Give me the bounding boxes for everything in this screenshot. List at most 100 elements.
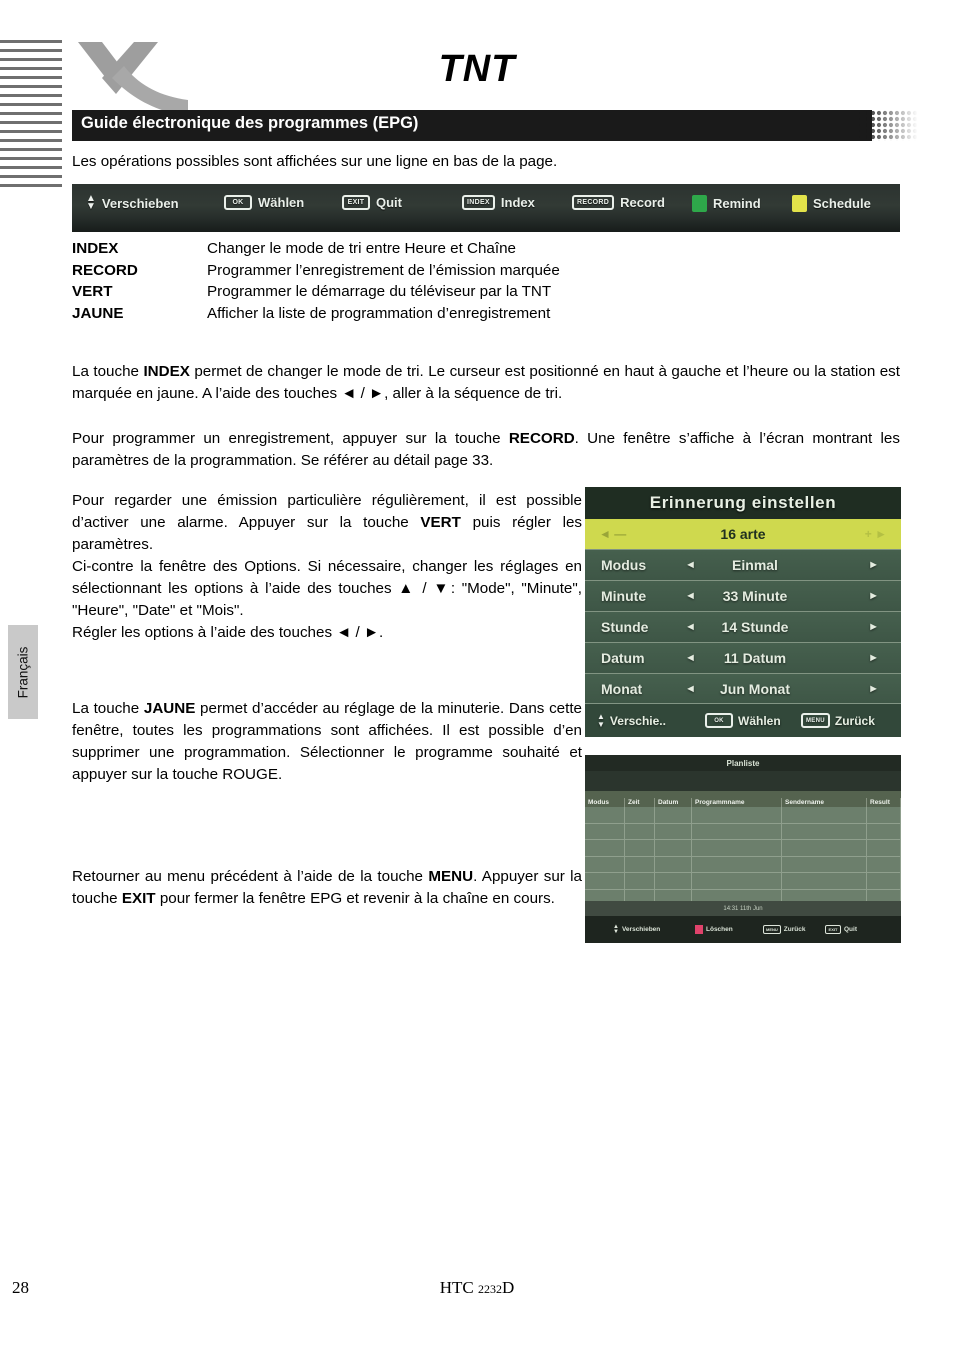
reminder-row-datum[interactable]: Datum ◄ 11 Datum ► [585, 642, 901, 673]
paragraph-jaune: La touche JAUNE permet d’accéder au régl… [72, 698, 582, 786]
menu-key-icon: MENU [801, 713, 830, 728]
key-legend-row: INDEX Changer le mode de tri entre Heure … [72, 238, 712, 260]
updown-arrows-icon: ▲ ▼ [86, 193, 96, 212]
edge-stripe [0, 148, 62, 151]
reminder-row-stunde[interactable]: Stunde ◄ 14 Stunde ► [585, 611, 901, 642]
toolbar-item-label: Verschieben [101, 195, 179, 211]
planliste-footer-item-verschieben[interactable]: ▲ ▼ Verschieben [613, 923, 661, 935]
paragraph-index-part1: La touche [72, 363, 144, 380]
edge-stripe [0, 166, 62, 169]
left-arrow-icon[interactable]: ◄ [685, 683, 696, 695]
paragraph-index: La touche INDEX permet de changer le mod… [72, 361, 900, 405]
left-arrow-icon[interactable]: ◄ [685, 652, 696, 664]
planliste-table-cell [867, 807, 901, 823]
paragraph-menu-bold-menu: MENU [428, 868, 474, 885]
reminder-row-modus[interactable]: Modus ◄ Einmal ► [585, 549, 901, 580]
planliste-column-header: Modus [585, 798, 625, 807]
right-arrow-icon[interactable]: ► [868, 590, 879, 602]
toolbar-item-schedule[interactable]: Schedule [792, 195, 871, 212]
paragraph-menu: Retourner au menu précédent à l’aide de … [72, 866, 582, 910]
toolbar-item-wählen[interactable]: OK Wählen [224, 195, 304, 210]
planliste-window-title: Planliste [585, 755, 901, 771]
planliste-table-cell [655, 856, 692, 873]
planliste-footer-item-label: Verschieben [621, 926, 661, 933]
left-arrow-icon[interactable]: ◄ [685, 590, 696, 602]
ok-key-icon: OK [705, 713, 733, 728]
reminder-footer-item-verschie[interactable]: ▲ ▼ Verschie.. [597, 711, 666, 729]
footer-model-number: 2232 [477, 1282, 502, 1296]
planliste-column-header: Result [867, 798, 901, 807]
toolbar-item-quit[interactable]: EXIT Quit [342, 195, 402, 210]
planliste-table-cell [692, 807, 782, 823]
paragraph-vert-part3: Ci-contre la fenêtre des Options. Si néc… [72, 558, 582, 619]
toolbar-item-record[interactable]: RECORD Record [572, 195, 665, 210]
key-legend-description: Changer le mode de tri entre Heure et Ch… [207, 240, 516, 257]
right-arrow-icon[interactable]: ► [868, 652, 879, 664]
page-title: TNT [438, 48, 516, 90]
planliste-column-header: Datum [655, 798, 692, 807]
edge-stripe [0, 139, 62, 142]
planliste-table-cell [867, 856, 901, 873]
reminder-footer-item-zurck[interactable]: MENU Zurück [801, 713, 875, 728]
edge-stripe [0, 103, 62, 106]
reminder-row-label: Datum [601, 650, 645, 666]
ok-key-icon: OK [224, 195, 252, 210]
planliste-table-cell [867, 873, 901, 889]
reminder-footer-bar: ▲ ▼ Verschie.. OK Wählen MENU Zurück [585, 703, 901, 737]
edge-stripe [0, 121, 62, 124]
toolbar-item-label: Schedule [813, 196, 871, 211]
planliste-table-row[interactable] [585, 823, 901, 841]
reminder-window-title: Erinnerung einstellen [585, 487, 901, 519]
key-legend-key: VERT [72, 283, 113, 300]
planliste-table-cell [625, 856, 655, 873]
paragraph-vert: Pour regarder une émission particulière … [72, 490, 582, 644]
planliste-table-row[interactable] [585, 840, 901, 857]
key-legend-key: JAUNE [72, 304, 124, 322]
key-legend-key: INDEX [72, 240, 119, 257]
planliste-clock: 14:31 11th Jun [585, 901, 901, 916]
updown-arrows-icon: ▲ ▼ [597, 711, 605, 729]
paragraph-record-part1: Pour programmer un enregistrement, appuy… [72, 430, 509, 447]
planliste-table-cell [692, 823, 782, 840]
language-side-tab: Français [8, 625, 38, 719]
updown-arrows-icon: ▲ ▼ [613, 923, 619, 935]
reminder-footer-item-label: Zurück [834, 713, 875, 728]
edge-stripe [0, 130, 62, 133]
planliste-footer-item-zurck[interactable]: MENU Zurück [763, 925, 805, 934]
edge-stripe [0, 157, 62, 160]
right-arrow-icon[interactable]: ► [868, 559, 879, 571]
toolbar-item-remind[interactable]: Remind [692, 195, 761, 212]
key-legend-list: INDEX Changer le mode de tri entre Heure … [72, 238, 712, 324]
left-arrow-icon[interactable]: ◄ [685, 621, 696, 633]
reminder-footer-item-whlen[interactable]: OK Wählen [705, 713, 781, 728]
paragraph-vert-part4: Régler les options à l’aide des touches … [72, 624, 384, 641]
planliste-table-row[interactable] [585, 807, 901, 824]
planliste-table-cell [655, 840, 692, 856]
right-arrow-icon[interactable]: ► [868, 621, 879, 633]
reminder-row-label: Modus [601, 557, 647, 573]
left-arrow-icon[interactable]: ◄ [685, 559, 696, 571]
toolbar-item-verschieben[interactable]: ▲ ▼ Verschieben [86, 193, 179, 212]
planliste-table-body [585, 807, 901, 907]
planliste-table-row[interactable] [585, 856, 901, 874]
planliste-table-cell [782, 823, 867, 840]
toolbar-item-label: Remind [713, 196, 761, 211]
footer-model-suffix: D [501, 1278, 515, 1297]
paragraph-jaune-part1: La touche [72, 700, 144, 717]
key-legend-description: Programmer l’enregistrement de l’émissio… [207, 261, 560, 279]
reminder-row-monat[interactable]: Monat ◄ Jun Monat ► [585, 673, 901, 704]
reminder-row-minute[interactable]: Minute ◄ 33 Minute ► [585, 580, 901, 611]
index-key-icon: INDEX [462, 195, 495, 210]
key-legend-row: VERT Programmer le démarrage du téléviseu… [72, 281, 712, 303]
footer-model-prefix: HTC [439, 1278, 478, 1297]
right-arrow-icon[interactable]: ► [868, 683, 879, 695]
toolbar-item-index[interactable]: INDEX Index [462, 195, 535, 210]
planliste-footer-item-lschen[interactable]: Löschen [695, 925, 733, 934]
paragraph-index-part2: permet de changer le mode de tri. Le cur… [72, 363, 900, 402]
planliste-footer-item-quit[interactable]: EXIT Quit [825, 925, 857, 934]
left-arrow-icon: ◄ — [599, 527, 627, 541]
planliste-table-row[interactable] [585, 873, 901, 890]
reminder-row-label: Minute [601, 588, 647, 604]
planliste-table-cell [782, 856, 867, 873]
paragraph-record-bold-record: RECORD [508, 430, 575, 447]
